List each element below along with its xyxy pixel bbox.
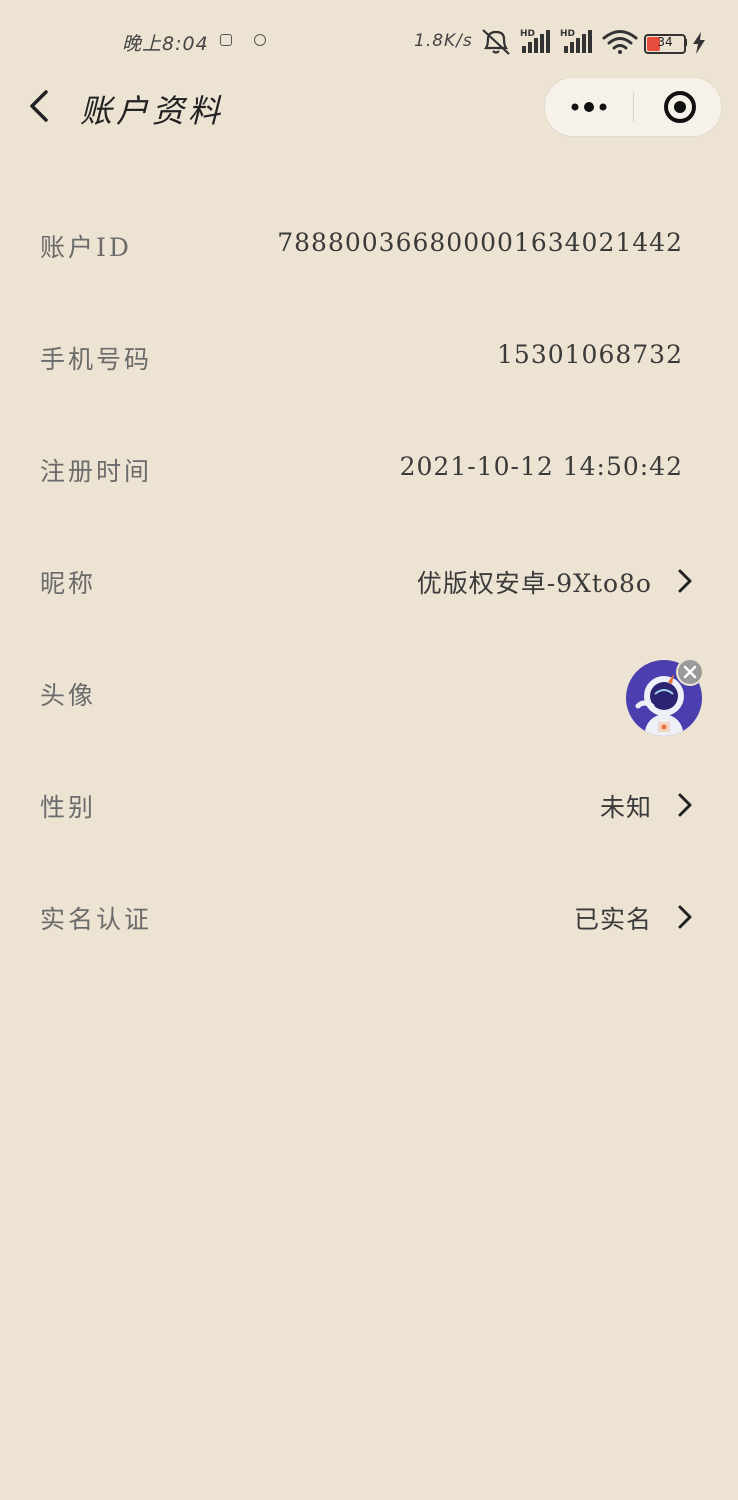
- page-title: 账户资料: [80, 92, 225, 130]
- svg-text:HD: HD: [520, 29, 535, 39]
- row-label: 账户ID: [40, 233, 132, 262]
- status-icons: HD HD: [482, 29, 638, 55]
- charging-icon: [693, 32, 705, 54]
- chevron-right-icon: [678, 569, 692, 593]
- target-close-icon: [664, 91, 696, 123]
- row-nickname[interactable]: 昵称 优版权安卓-9Xto8o: [0, 526, 738, 638]
- mute-icon: [482, 29, 510, 55]
- account-id-value: 788800366800001634021442: [277, 228, 683, 257]
- avatar-upload[interactable]: [626, 658, 704, 736]
- gender-value: 未知: [599, 793, 652, 822]
- back-button[interactable]: [22, 84, 62, 128]
- chevron-right-icon: [678, 793, 692, 817]
- battery-cap: [684, 39, 687, 46]
- register-time-value: 2021-10-12 14:50:42: [399, 452, 683, 481]
- close-mini-program-button[interactable]: [634, 78, 721, 136]
- signal-hd-icon: HD: [520, 29, 550, 53]
- wifi-icon: [602, 30, 638, 54]
- row-real-name-verification[interactable]: 实名认证 已实名: [0, 862, 738, 974]
- status-time: 晚上8:04: [122, 33, 209, 55]
- row-label: 实名认证: [40, 905, 153, 934]
- row-label: 注册时间: [40, 457, 153, 486]
- row-label: 头像: [40, 681, 97, 710]
- row-label: 昵称: [40, 569, 97, 598]
- svg-text:HD: HD: [560, 29, 575, 39]
- row-label: 手机号码: [40, 345, 153, 374]
- chevron-left-icon: [30, 90, 48, 122]
- notification-icon: [220, 34, 232, 46]
- nav-bar: 账户资料: [0, 70, 738, 142]
- notification-icon: [254, 34, 266, 46]
- close-icon: [683, 665, 697, 679]
- signal-hd-icon: HD: [560, 29, 592, 53]
- nickname-value: 优版权安卓-9Xto8o: [416, 569, 652, 598]
- remove-avatar-button[interactable]: [676, 658, 704, 686]
- row-label: 性别: [40, 793, 97, 822]
- chevron-right-icon: [678, 905, 692, 929]
- row-avatar: 头像: [0, 638, 738, 750]
- phone-value: 15301068732: [497, 340, 683, 369]
- battery-level: 34: [657, 35, 673, 49]
- network-speed: 1.8K/s: [414, 31, 473, 51]
- row-phone: 手机号码 15301068732: [0, 302, 738, 414]
- verification-value: 已实名: [573, 905, 652, 934]
- mini-program-capsule: [544, 77, 722, 137]
- more-button[interactable]: [545, 78, 633, 136]
- row-gender[interactable]: 性别 未知: [0, 750, 738, 862]
- battery-icon: 34: [644, 34, 686, 54]
- account-info-list: 账户ID 788800366800001634021442 手机号码 15301…: [0, 190, 738, 974]
- row-account-id: 账户ID 788800366800001634021442: [0, 190, 738, 302]
- row-register-time: 注册时间 2021-10-12 14:50:42: [0, 414, 738, 526]
- more-dots-icon: [571, 102, 607, 112]
